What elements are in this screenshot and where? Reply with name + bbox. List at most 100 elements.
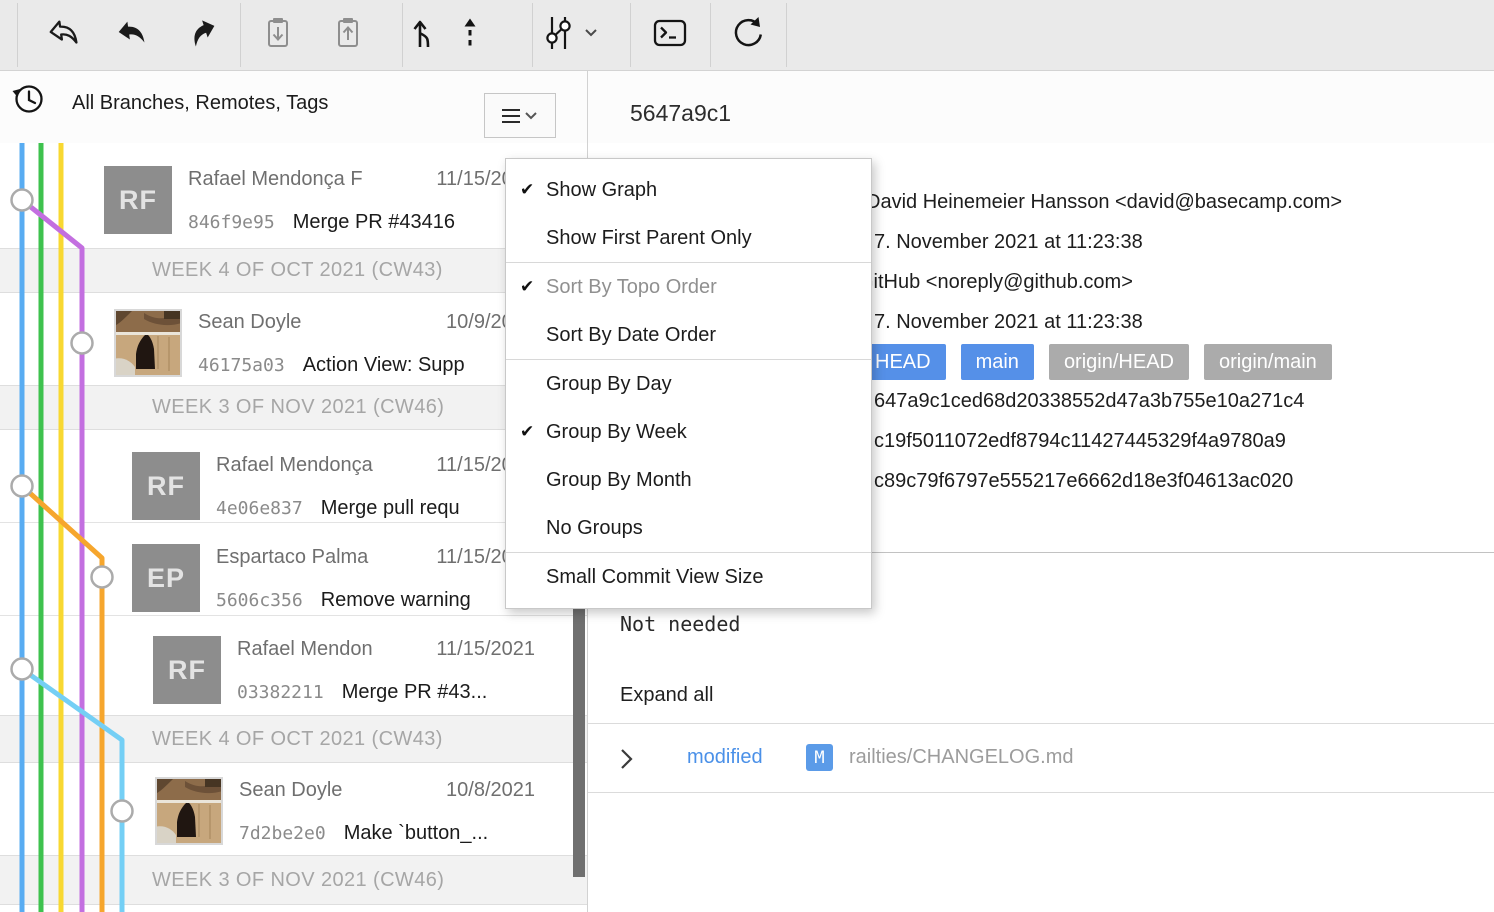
terminal-icon: [650, 13, 690, 58]
checkmark-icon: ✔: [520, 180, 546, 200]
commit-list-options-menu: ✔Show GraphShow First Parent Only✔Sort B…: [505, 158, 872, 609]
commit-message-summary: Merge PR #43...: [342, 681, 488, 703]
commit-author-name: Sean Doyle: [198, 310, 301, 334]
commit-message-summary: Remove warning: [321, 589, 471, 611]
menu-item-small-commit-view-size[interactable]: Small Commit View Size: [506, 553, 871, 601]
menu-item-label: Show First Parent Only: [546, 227, 752, 250]
menu-item-show-first-parent-only[interactable]: Show First Parent Only: [506, 214, 871, 262]
commit-author-date: 7. November 2021 at 11:23:38: [874, 230, 1143, 254]
refresh-button[interactable]: [723, 11, 771, 59]
pull-clipboard-icon: [258, 13, 298, 58]
commit-message-summary: Merge PR #43416: [293, 211, 455, 233]
avatar-initials: RF: [104, 166, 172, 234]
week-separator-label: WEEK 4 OF OCT 2021 (CW43): [152, 259, 443, 282]
menu-item-sort-by-date-order[interactable]: Sort By Date Order: [506, 311, 871, 359]
commit-short-hash: 46175a03: [198, 355, 285, 376]
avatar-initials: RF: [153, 636, 221, 704]
commit-row-4e06e837[interactable]: RFRafael Mendonça11/15/20214e06e837Merge…: [0, 430, 587, 522]
menu-item-show-graph[interactable]: ✔Show Graph: [506, 166, 871, 214]
fetch-dashed-arrow-button[interactable]: [446, 11, 494, 59]
ref-badge-head[interactable]: HEAD: [860, 344, 946, 380]
parent-hash-1: c19f5011072edf8794c11427445329f4a9780a9: [874, 430, 1286, 453]
checkmark-icon: ✔: [520, 422, 546, 442]
checkmark-icon: ✔: [520, 277, 546, 297]
avatar-initials: RF: [132, 452, 200, 520]
file-row[interactable]: modified M railties/CHANGELOG.md: [588, 723, 1494, 793]
toolbar-separator: [630, 3, 631, 67]
week-separator: WEEK 3 OF NOV 2021 (CW46): [0, 385, 587, 430]
commit-row-5606c356[interactable]: EPEspartaco Palma11/15/20215606c356Remov…: [0, 522, 587, 615]
commit-committer-date: 7. November 2021 at 11:23:38: [874, 310, 1143, 334]
commit-row-7d2be2e0[interactable]: Sean Doyle 10/8/2021 7d2be2e0 Make `button_…: [0, 763, 587, 855]
merge-branch-icon: [404, 13, 444, 58]
commit-id-header: 5647a9c1: [630, 100, 731, 127]
toolbar-separator: [240, 3, 241, 67]
commit-date: 11/15/2021: [436, 637, 535, 661]
commit-row-46175a03[interactable]: Sean Doyle10/9/202146175a03Action View: …: [0, 293, 587, 385]
redo-filled-icon: [182, 13, 222, 58]
avatar-photo: [155, 777, 223, 845]
commit-author-name: Rafael Mendonça: [216, 453, 373, 477]
commit-message: Not needed: [620, 612, 740, 636]
avatar-photo: [114, 309, 182, 377]
commit-short-hash: 7d2be2e0: [239, 823, 326, 844]
commit-message-summary: Make `button_...: [344, 822, 489, 844]
menu-item-group-by-week[interactable]: ✔Group By Week: [506, 408, 871, 456]
expand-all-link[interactable]: Expand all: [620, 684, 713, 707]
menu-item-label: Group By Month: [546, 469, 692, 492]
commit-message-summary: Action View: Supp: [303, 354, 465, 376]
history-icon: [9, 80, 47, 118]
refresh-icon: [727, 13, 767, 58]
menu-item-sort-by-topo-order[interactable]: ✔Sort By Topo Order: [506, 263, 871, 311]
commit-author-name: Rafael Mendon: [237, 637, 373, 661]
commit-short-hash: 03382211: [237, 682, 324, 703]
ref-badge-main[interactable]: main: [961, 344, 1034, 380]
push-clipboard-button[interactable]: [324, 11, 372, 59]
pull-clipboard-button[interactable]: [254, 11, 302, 59]
ref-badge-origin-main[interactable]: origin/main: [1204, 344, 1332, 380]
toolbar-separator: [17, 3, 18, 67]
commit-options-icon: [538, 13, 602, 58]
undo-outline-button[interactable]: [41, 11, 89, 59]
week-separator-label: WEEK 3 OF NOV 2021 (CW46): [152, 396, 444, 419]
toolbar-separator: [710, 3, 711, 67]
toolbar: [0, 0, 1494, 71]
menu-item-label: Sort By Topo Order: [546, 276, 717, 299]
commit-author-name: Espartaco Palma: [216, 545, 368, 569]
commit-full-hash: 647a9c1ced68d20338552d47a3b755e10a271c4: [874, 390, 1304, 413]
merge-branch-button[interactable]: [400, 11, 448, 59]
push-clipboard-icon: [328, 13, 368, 58]
menu-item-group-by-month[interactable]: Group By Month: [506, 456, 871, 504]
menu-item-label: Group By Day: [546, 373, 672, 396]
avatar-initials: EP: [132, 544, 200, 612]
menu-item-group-by-day[interactable]: Group By Day: [506, 360, 871, 408]
file-path: railties/CHANGELOG.md: [849, 746, 1074, 769]
commit-options-button[interactable]: [538, 11, 602, 59]
menu-item-no-groups[interactable]: No Groups: [506, 504, 871, 552]
commit-list-options-button[interactable]: [484, 93, 556, 138]
redo-filled-button[interactable]: [178, 11, 226, 59]
parent-hash-2: c89c79f6797e555217e6662d18e3f04613ac020: [874, 470, 1293, 493]
commit-short-hash: 5606c356: [216, 590, 303, 611]
undo-filled-button[interactable]: [109, 11, 157, 59]
menu-item-label: No Groups: [546, 517, 643, 540]
terminal-button[interactable]: [646, 11, 694, 59]
commit-date: 10/8/2021: [446, 778, 535, 802]
file-modified-badge: M: [806, 744, 833, 771]
menu-item-label: Small Commit View Size: [546, 566, 763, 589]
commit-short-hash: 846f9e95: [188, 212, 275, 233]
chevron-right-icon[interactable]: [620, 748, 634, 775]
hamburger-chevron-icon: [496, 96, 544, 136]
week-separator: WEEK 4 OF OCT 2021 (CW43): [0, 248, 587, 293]
commit-list: RFRafael Mendonça F11/15/2021846f9e95Mer…: [0, 143, 587, 912]
undo-outline-icon: [45, 13, 85, 58]
menu-item-label: Show Graph: [546, 179, 657, 202]
commit-row-03382211[interactable]: RF Rafael Mendon 11/15/2021 03382211 Merge P…: [0, 615, 587, 715]
commit-author: David Heinemeier Hansson <david@basecamp…: [866, 190, 1342, 214]
file-status-label: modified: [687, 746, 763, 769]
ref-badge-origin-head[interactable]: origin/HEAD: [1049, 344, 1189, 380]
toolbar-separator: [786, 3, 787, 67]
commit-author-name: Sean Doyle: [239, 778, 342, 802]
week-separator-label: WEEK 4 OF OCT 2021 (CW43): [152, 728, 443, 751]
commit-row-846f9e95[interactable]: RFRafael Mendonça F11/15/2021846f9e95Mer…: [0, 143, 587, 248]
